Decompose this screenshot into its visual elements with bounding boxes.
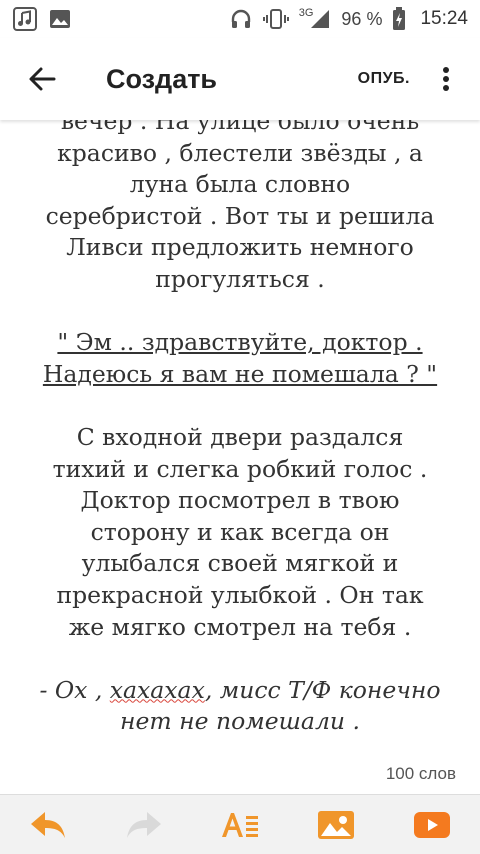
battery-percent: 96 % (341, 8, 383, 29)
story-text[interactable]: вечер . На улице было очень красиво , бл… (20, 106, 460, 738)
story-line: красиво , блестели звёзды , а (57, 138, 423, 167)
story-line-underlined: Надеюсь я вам не помешала ? " (42, 359, 438, 388)
battery-charging-icon (392, 7, 406, 31)
story-line: С входной двери раздался (76, 422, 404, 451)
story-line: луна была словно (129, 170, 351, 199)
story-line: прекрасной улыбкой . Он так (56, 580, 424, 609)
story-line: прогуляться . (155, 264, 325, 293)
story-line: сторону и как всегда он (90, 517, 390, 546)
story-line: же мягко смотрел на тебя . (68, 612, 412, 641)
story-line: улыбался своей мягкой и (81, 549, 399, 578)
video-icon (414, 811, 450, 838)
more-vert-icon (443, 67, 449, 91)
text-format-icon (222, 812, 258, 837)
story-line-italic: нет не помешали . (120, 707, 360, 736)
story-line: серебристой . Вот ты и решила (45, 201, 435, 230)
status-bar: 3G 96 % 15:24 (0, 0, 480, 38)
signal-icon: 3G (298, 7, 332, 30)
image-icon (318, 810, 354, 839)
publish-button[interactable]: ОПУБ. (352, 62, 416, 96)
clock: 15:24 (420, 8, 468, 29)
story-line-underlined: " Эм .. здравствуйте, доктор . (57, 328, 423, 357)
story-fragment: , мисс Т/Ф конечно (204, 675, 441, 704)
story-line: тихий и слегка робкий голос . (52, 454, 428, 483)
editor-toolbar (0, 794, 480, 854)
arrow-left-icon (29, 67, 56, 91)
story-line: Ливси предложить немного (66, 233, 414, 262)
status-bar-right: 3G 96 % 15:24 (229, 7, 468, 31)
back-button[interactable] (18, 55, 66, 103)
undo-icon (31, 811, 65, 838)
word-count: 100 слов (385, 764, 456, 783)
gallery-notification-icon (48, 7, 72, 31)
story-line-italic: - Ох , хахахах, мисс Т/Ф конечно (20, 675, 460, 707)
vibrate-icon (262, 7, 289, 31)
app-bar: Создать ОПУБ. (0, 38, 480, 120)
insert-image-button[interactable] (306, 800, 366, 850)
story-editor[interactable]: вечер . На улице было очень красиво , бл… (0, 106, 480, 750)
story-fragment: - Ох , (39, 675, 110, 704)
text-format-button[interactable] (210, 800, 270, 850)
headphones-icon (229, 7, 253, 31)
redo-button[interactable] (114, 800, 174, 850)
status-bar-left (12, 6, 72, 32)
more-options-button[interactable] (426, 55, 466, 103)
redo-icon (127, 811, 161, 838)
music-notification-icon (12, 6, 38, 32)
undo-button[interactable] (18, 800, 78, 850)
insert-video-button[interactable] (402, 800, 462, 850)
story-line: Доктор посмотрел в твою (80, 486, 400, 515)
network-type-label: 3G (298, 7, 314, 19)
page-title: Создать (106, 63, 218, 94)
misspelled-word[interactable]: хахахах (110, 676, 205, 704)
